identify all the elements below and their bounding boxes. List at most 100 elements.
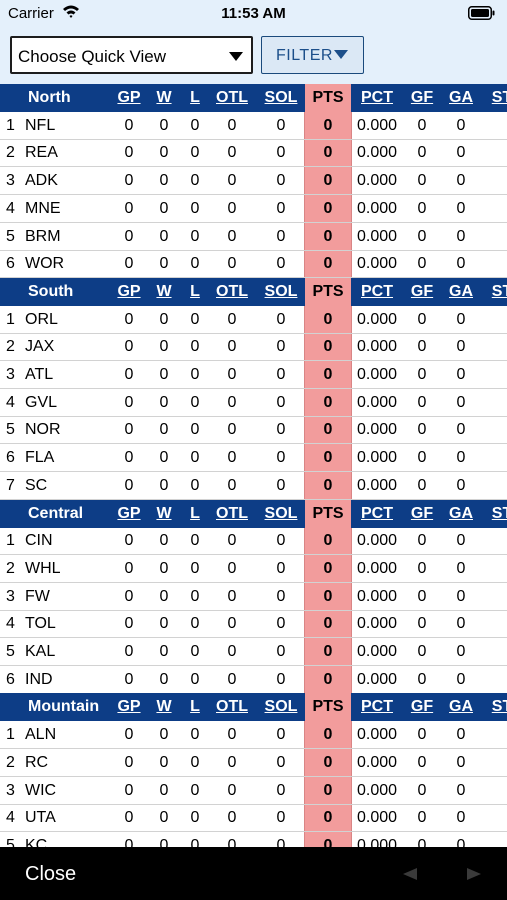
table-row[interactable]: 1 CIN 0 0 0 0 0 0 0.000 0 0 [0, 527, 507, 556]
column-header-w[interactable]: W [152, 500, 176, 528]
ga-cell: 0 [456, 476, 466, 494]
column-header-otl[interactable]: OTL [212, 84, 252, 112]
column-header-ga[interactable]: GA [445, 84, 477, 112]
column-header-gf[interactable]: GF [407, 693, 437, 721]
table-row[interactable]: 3 FW 0 0 0 0 0 0 0.000 0 0 [0, 583, 507, 611]
column-header-w[interactable]: W [152, 278, 176, 306]
team-cell[interactable]: CIN [25, 527, 53, 555]
table-row[interactable]: 7 SC 0 0 0 0 0 0 0.000 0 0 [0, 472, 507, 500]
team-cell[interactable]: ORL [25, 306, 58, 334]
team-cell[interactable]: WHL [25, 555, 61, 583]
table-row[interactable]: 2 JAX 0 0 0 0 0 0 0.000 0 0 [0, 333, 507, 362]
table-row[interactable]: 3 ADK 0 0 0 0 0 0 0.000 0 0 [0, 167, 507, 196]
otl-cell: 0 [227, 753, 237, 771]
team-cell[interactable]: WOR [25, 250, 64, 278]
column-header-pct[interactable]: PCT [354, 693, 400, 721]
column-header-pct[interactable]: PCT [354, 278, 400, 306]
team-cell[interactable]: JAX [25, 333, 54, 361]
column-header-st[interactable]: ST [487, 693, 507, 721]
back-arrow-icon[interactable] [403, 868, 417, 880]
team-cell[interactable]: MNE [25, 195, 61, 223]
column-header-gf[interactable]: GF [407, 500, 437, 528]
column-header-w[interactable]: W [152, 693, 176, 721]
column-header-ga[interactable]: GA [445, 278, 477, 306]
team-cell[interactable]: GVL [25, 389, 57, 417]
gf-cell: 0 [417, 587, 427, 605]
table-row[interactable]: 4 MNE 0 0 0 0 0 0 0.000 0 0 [0, 195, 507, 223]
table-row[interactable]: 3 ATL 0 0 0 0 0 0 0.000 0 0 [0, 361, 507, 389]
column-header-l[interactable]: L [183, 693, 207, 721]
team-cell[interactable]: NOR [25, 416, 61, 444]
column-header-gf[interactable]: GF [407, 84, 437, 112]
table-row[interactable]: 4 UTA 0 0 0 0 0 0 0.000 0 0 [0, 804, 507, 833]
team-cell[interactable]: SC [25, 472, 47, 500]
table-row[interactable]: 2 REA 0 0 0 0 0 0 0.000 0 0 [0, 139, 507, 168]
team-cell[interactable]: TOL [25, 610, 56, 638]
column-header-l[interactable]: L [183, 278, 207, 306]
team-cell[interactable]: KC [25, 832, 47, 847]
pct-cell: 0.000 [356, 559, 398, 577]
team-cell[interactable]: BRM [25, 223, 61, 251]
table-row[interactable]: 5 KAL 0 0 0 0 0 0 0.000 0 0 [0, 638, 507, 666]
column-header-gp[interactable]: GP [113, 693, 145, 721]
column-header-gp[interactable]: GP [113, 84, 145, 112]
team-cell[interactable]: RC [25, 749, 48, 777]
column-header-pct[interactable]: PCT [354, 500, 400, 528]
sol-cell: 0 [276, 310, 286, 328]
column-header-st[interactable]: ST [487, 500, 507, 528]
table-row[interactable]: 5 NOR 0 0 0 0 0 0 0.000 0 0 [0, 416, 507, 445]
column-header-w[interactable]: W [152, 84, 176, 112]
column-header-l[interactable]: L [183, 500, 207, 528]
team-cell[interactable]: REA [25, 139, 58, 167]
column-header-otl[interactable]: OTL [212, 693, 252, 721]
column-header-st[interactable]: ST [487, 278, 507, 306]
table-row[interactable]: 2 RC 0 0 0 0 0 0 0.000 0 0 [0, 749, 507, 777]
quick-view-select[interactable]: Choose Quick View [10, 36, 253, 74]
team-cell[interactable]: FLA [25, 444, 54, 472]
team-cell[interactable]: FW [25, 583, 50, 611]
column-header-gp[interactable]: GP [113, 278, 145, 306]
column-header-otl[interactable]: OTL [212, 500, 252, 528]
table-row[interactable]: 6 IND 0 0 0 0 0 0 0.000 0 0 [0, 666, 507, 694]
team-cell[interactable]: WIC [25, 777, 56, 805]
table-row[interactable]: 4 GVL 0 0 0 0 0 0 0.000 0 0 [0, 389, 507, 417]
pts-cell: 0 [323, 559, 333, 577]
table-row[interactable]: 1 ALN 0 0 0 0 0 0 0.000 0 0 [0, 721, 507, 750]
column-header-gp[interactable]: GP [113, 500, 145, 528]
column-header-sol[interactable]: SOL [262, 84, 300, 112]
column-header-ga[interactable]: GA [445, 693, 477, 721]
column-header-ga[interactable]: GA [445, 500, 477, 528]
table-row[interactable]: 1 NFL 0 0 0 0 0 0 0.000 0 0 [0, 112, 507, 140]
table-row[interactable]: 5 BRM 0 0 0 0 0 0 0.000 0 0 [0, 223, 507, 251]
table-row[interactable]: 4 TOL 0 0 0 0 0 0 0.000 0 0 [0, 610, 507, 639]
pts-cell: 0 [323, 366, 333, 383]
filter-button[interactable]: FILTER [261, 36, 364, 74]
column-header-gf[interactable]: GF [407, 278, 437, 306]
division-name: North [28, 89, 71, 106]
column-header-sol[interactable]: SOL [262, 500, 300, 528]
team-cell[interactable]: ALN [25, 721, 56, 749]
table-row[interactable]: 5 KC 0 0 0 0 0 0 0.000 0 0 [0, 832, 507, 847]
close-button[interactable]: Close [25, 863, 76, 886]
team-cell[interactable]: IND [25, 666, 53, 694]
table-row[interactable]: 2 WHL 0 0 0 0 0 0 0.000 0 0 [0, 555, 507, 583]
forward-arrow-icon[interactable] [467, 868, 481, 880]
team-cell[interactable]: KAL [25, 638, 55, 666]
column-header-sol[interactable]: SOL [262, 278, 300, 306]
column-header-sol[interactable]: SOL [262, 693, 300, 721]
table-row[interactable]: 6 FLA 0 0 0 0 0 0 0.000 0 0 [0, 444, 507, 473]
gf-cell: 0 [417, 255, 427, 273]
team-cell[interactable]: UTA [25, 804, 56, 832]
column-header-st[interactable]: ST [487, 84, 507, 112]
table-row[interactable]: 1 ORL 0 0 0 0 0 0 0.000 0 0 [0, 306, 507, 334]
team-cell[interactable]: ATL [25, 361, 53, 389]
column-header-otl[interactable]: OTL [212, 278, 252, 306]
division-name: Central [28, 504, 84, 522]
table-row[interactable]: 6 WOR 0 0 0 0 0 0 0.000 0 0 [0, 250, 507, 279]
column-header-l[interactable]: L [183, 84, 207, 112]
team-cell[interactable]: ADK [25, 167, 58, 195]
table-row[interactable]: 3 WIC 0 0 0 0 0 0 0.000 0 0 [0, 777, 507, 805]
ga-cell: 0 [456, 338, 466, 356]
column-header-pct[interactable]: PCT [354, 84, 400, 112]
team-cell[interactable]: NFL [25, 112, 55, 140]
